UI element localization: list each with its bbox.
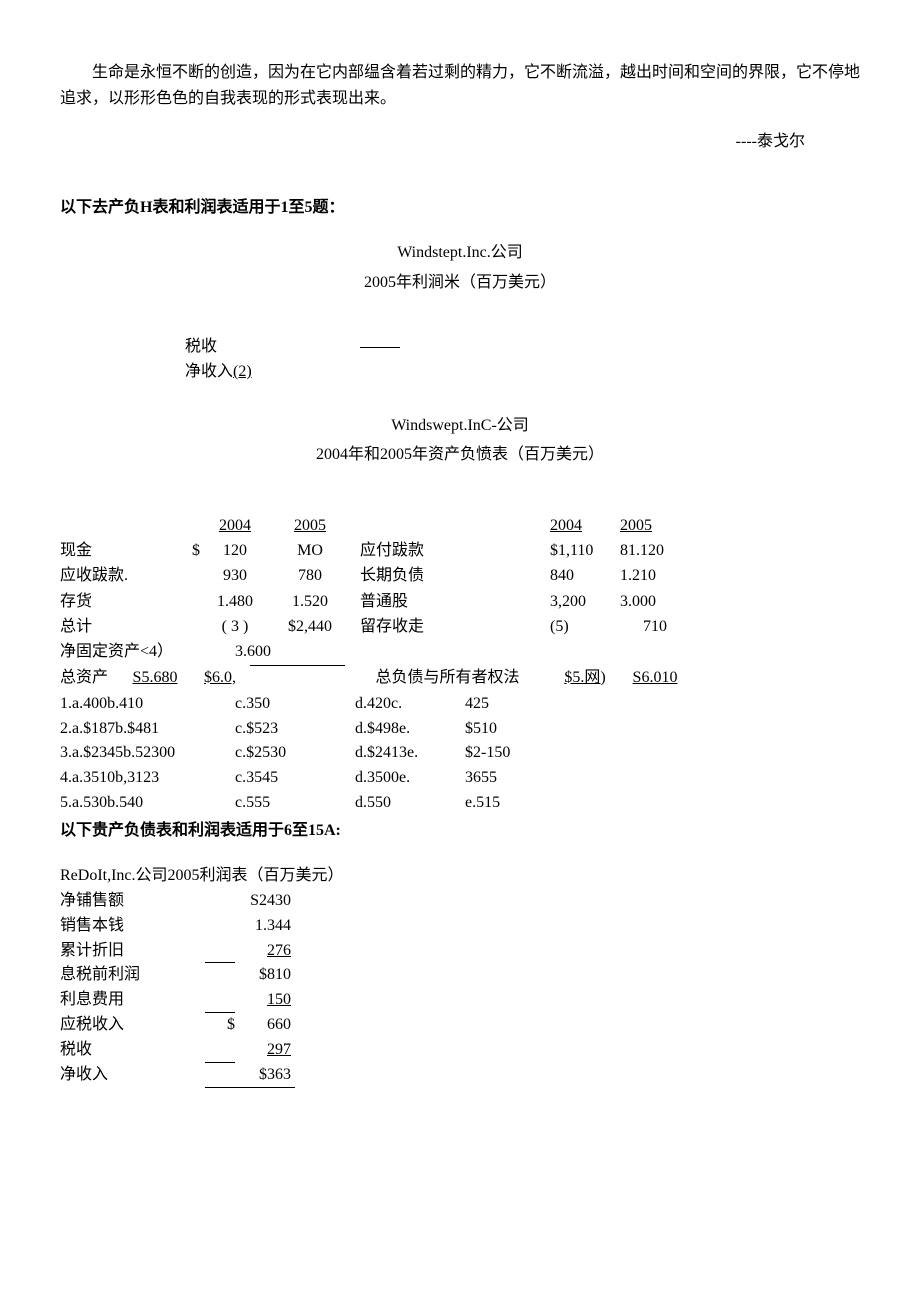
header-2005-right: 2005 <box>620 513 690 538</box>
answer-c: c.350 <box>235 692 355 717</box>
header-2004-left: 2004 <box>200 513 270 538</box>
cs-2005: 3.000 <box>620 589 690 614</box>
cash-2005: MO <box>270 538 350 563</box>
ti-label: 应税收入 <box>60 1013 205 1038</box>
windswept-inc-subtitle-1: 2005年利涧米（百万美元） <box>60 270 860 296</box>
total-2004: ( 3 ) <box>200 614 270 639</box>
cs-2004: 3,200 <box>550 589 620 614</box>
sales-label: 净铺售额 <box>60 889 205 914</box>
windswept-inc-title-2: Windswept.InC-公司 <box>60 413 860 439</box>
small-income-block: 税收 净收入(2) <box>185 334 860 385</box>
cogs-val: 1.344 <box>235 914 295 939</box>
tle-label: 总负债与所有者权法 <box>345 665 550 690</box>
answer-row: 1.a.400b.410c.350d.420c.425 <box>60 692 860 717</box>
answer-a: 2.a.$187b.$481 <box>60 717 235 742</box>
ap-2004: $1,110 <box>550 538 620 563</box>
answer-c: c.$523 <box>235 717 355 742</box>
answer-e: $2-150 <box>465 741 545 766</box>
tax-label-2: 税收 <box>60 1038 205 1063</box>
answer-d: d.3500e. <box>355 766 465 791</box>
tle-2004: $5.网) <box>550 665 620 690</box>
answer-row: 2.a.$187b.$481c.$523d.$498e.$510 <box>60 717 860 742</box>
total-label: 总计 <box>60 614 170 639</box>
intro-paragraph: 生命是永恒不断的创造，因为在它内部缊含着若过剩的精力，它不断流溢，越出时间和空间… <box>60 60 860 111</box>
tle-2005: S6.010 <box>620 665 690 690</box>
cash-label: 现金 <box>60 538 170 563</box>
answer-a: 5.a.530b.540 <box>60 791 235 816</box>
ar-2004: 930 <box>200 563 270 588</box>
dep-val: 276 <box>235 939 295 964</box>
ta-2005: $6.0, <box>190 665 250 690</box>
ta-label: 总资产 <box>60 665 120 690</box>
ebit-val: $810 <box>235 963 295 988</box>
net-income-ref: (2) <box>233 359 252 385</box>
tax-value-blank <box>360 334 400 348</box>
answer-e: e.515 <box>465 791 545 816</box>
answer-row: 4.a.3510b,3123c.3545d.3500e.3655 <box>60 766 860 791</box>
inv-2004: 1.480 <box>200 589 270 614</box>
int-label: 利息费用 <box>60 988 205 1013</box>
nfa-value: 3.600 <box>235 639 271 664</box>
cash-2004: 120 <box>200 538 270 563</box>
ltd-2005: 1.210 <box>620 563 690 588</box>
ar-label: 应收跋款. <box>60 563 170 588</box>
inv-label: 存货 <box>60 589 170 614</box>
cs-label: 普通股 <box>350 589 550 614</box>
answer-c: c.$2530 <box>235 741 355 766</box>
nfa-label: 净固定资产<4） <box>60 639 235 664</box>
balance-sheet-table: 2004 2005 2004 2005 现金 $ 120 MO 应付跋款 $1,… <box>60 513 860 690</box>
answer-e: $510 <box>465 717 545 742</box>
windswept-inc-title-1: Windstept.Inc.公司 <box>60 240 860 266</box>
answer-a: 1.a.400b.410 <box>60 692 235 717</box>
author-attribution: ----泰戈尔 <box>60 129 805 155</box>
re-label: 留存收走 <box>350 614 550 639</box>
section-1-header: 以下去产负H表和利润表适用于1至5题： <box>60 195 860 221</box>
answer-c: c.555 <box>235 791 355 816</box>
int-val: 150 <box>235 988 295 1013</box>
redoit-title: ReDoIt,Inc.公司2005利润表（百万美元） <box>60 863 860 889</box>
answer-d: d.$2413e. <box>355 741 465 766</box>
ar-2005: 780 <box>270 563 350 588</box>
ti-cur: $ <box>205 1013 235 1038</box>
answer-d: d.550 <box>355 791 465 816</box>
answer-e: 3655 <box>465 766 545 791</box>
header-2005-left: 2005 <box>270 513 350 538</box>
ni-label: 净收入 <box>60 1063 205 1089</box>
cash-currency: $ <box>170 538 200 563</box>
answer-row: 3.a.$2345b.52300c.$2530d.$2413e.$2-150 <box>60 741 860 766</box>
re-2005: 710 <box>620 614 690 639</box>
dep-label: 累计折旧 <box>60 939 205 964</box>
answer-a: 3.a.$2345b.52300 <box>60 741 235 766</box>
answer-a: 4.a.3510b,3123 <box>60 766 235 791</box>
answer-d: d.420c. <box>355 692 465 717</box>
total-2005: $2,440 <box>270 614 350 639</box>
ap-label: 应付跋款 <box>350 538 550 563</box>
inv-2005: 1.520 <box>270 589 350 614</box>
ltd-label: 长期负债 <box>350 563 550 588</box>
answer-row: 5.a.530b.540c.555d.550e.515 <box>60 791 860 816</box>
answer-list: 1.a.400b.410c.350d.420c.4252.a.$187b.$48… <box>60 692 860 816</box>
section-2-header: 以下贵产负债表和利润表适用于6至15A: <box>60 818 860 844</box>
sales-val: S2430 <box>235 889 295 914</box>
ti-val: 660 <box>235 1013 295 1038</box>
answer-d: d.$498e. <box>355 717 465 742</box>
ap-2005: 81.120 <box>620 538 690 563</box>
answer-e: 425 <box>465 692 545 717</box>
ltd-2004: 840 <box>550 563 620 588</box>
net-income-label: 净收入 <box>185 359 233 385</box>
tax-label: 税收 <box>185 334 360 360</box>
tax-val-2: 297 <box>235 1038 295 1063</box>
ni-val: $363 <box>235 1063 295 1089</box>
cogs-label: 销售本钱 <box>60 914 205 939</box>
re-2004: (5) <box>550 614 620 639</box>
header-2004-right: 2004 <box>550 513 620 538</box>
ebit-label: 息税前利润 <box>60 963 205 988</box>
ta-2004: S5.680 <box>120 665 190 690</box>
windswept-inc-subtitle-2: 2004年和2005年资产负愤表（百万美元） <box>60 442 860 468</box>
answer-c: c.3545 <box>235 766 355 791</box>
redoit-income-table: ReDoIt,Inc.公司2005利润表（百万美元） 净铺售额 S2430 销售… <box>60 863 860 1088</box>
